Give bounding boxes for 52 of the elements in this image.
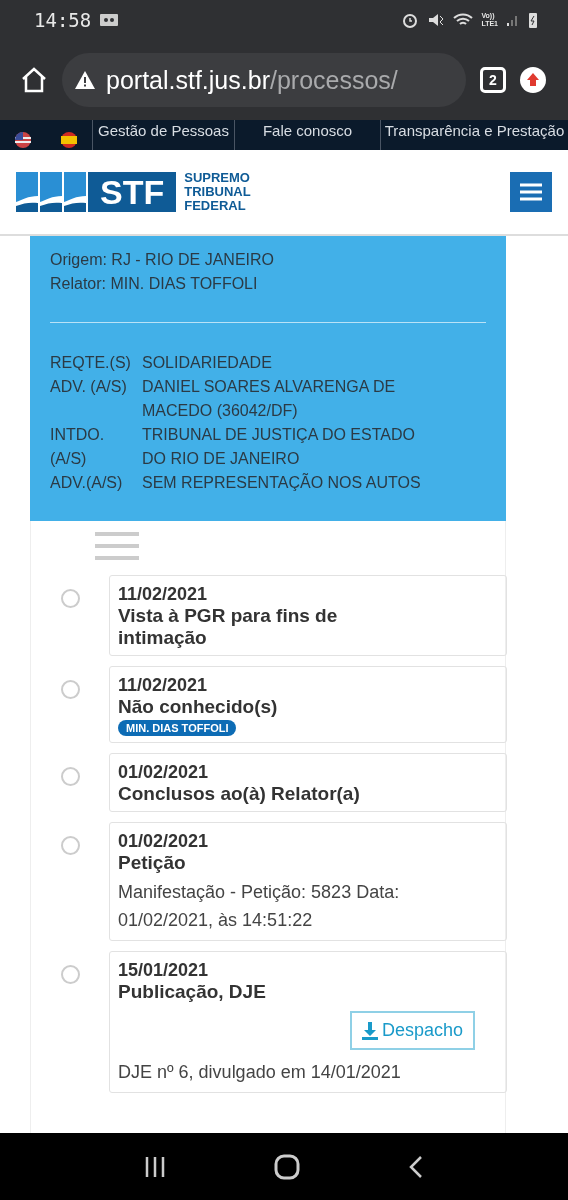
- entry-date: 01/02/2021: [118, 762, 210, 783]
- download-icon: [361, 1021, 378, 1040]
- party-role: ADV.(A/S): [50, 473, 124, 493]
- case-detail: Relator: MIN. DIAS TOFFOLI: [50, 274, 259, 294]
- logo-name: SUPREMO TRIBUNAL FEDERAL: [184, 171, 251, 213]
- entry-title: Conclusos ao(à) Relator(a): [118, 783, 361, 805]
- warning-icon: [74, 70, 96, 90]
- logo-mark: STF: [88, 172, 177, 212]
- timeline-dot: [60, 767, 80, 786]
- signal-icon: [506, 13, 520, 27]
- party-name: SOLIDARIEDADE: [142, 353, 273, 373]
- voicemail-icon: [99, 13, 120, 27]
- battery-icon: [528, 11, 538, 29]
- entry-date: 11/02/2021: [118, 584, 209, 605]
- timeline-dot: [60, 965, 80, 984]
- home-icon[interactable]: [20, 66, 48, 94]
- entry-description: Manifestação - Petição: 5823 Data: 01/02/2021, às 14:51:22: [118, 881, 401, 932]
- entry-date: 01/02/2021: [118, 831, 210, 852]
- logo-icon: [16, 172, 88, 212]
- timeline-dot: [60, 589, 80, 608]
- flag-icon[interactable]: [15, 132, 31, 148]
- case-detail: Origem: RJ - RIO DE JANEIRO: [50, 250, 276, 270]
- party-role: INTDO. (A/S): [50, 425, 106, 469]
- timeline-dot: [60, 680, 80, 699]
- entry-title: Publicação, DJE: [118, 981, 267, 1003]
- entry-date: 15/01/2021: [118, 960, 210, 981]
- menu-button[interactable]: [510, 172, 552, 212]
- minister-tag: MIN. DIAS TOFFOLI: [118, 720, 237, 736]
- entry-title: Petição: [118, 852, 187, 874]
- party-name: TRIBUNAL DE JUSTIÇA DO ESTADO DO RIO DE JANEIRO: [142, 425, 416, 469]
- alarm-icon: [401, 11, 420, 29]
- drag-handle-icon[interactable]: [95, 531, 139, 561]
- menu-icon: [520, 183, 542, 201]
- address-bar[interactable]: portal.stf.jus.br/processos/: [62, 53, 466, 107]
- party-name: SEM REPRESENTAÇÃO NOS AUTOS: [142, 472, 422, 493]
- party-role: REQTE.(S): [50, 353, 132, 373]
- clock: 14:58: [34, 9, 92, 31]
- upload-icon[interactable]: [520, 67, 546, 93]
- entry-title: Não conhecido(s): [118, 696, 279, 718]
- entry-title: Vista à PGR para fins de intimação: [118, 605, 339, 649]
- mute-icon: [427, 11, 446, 29]
- party-role: ADV. (A/S): [50, 377, 128, 397]
- entry-description: DJE nº 6, divulgado em 14/01/2021: [118, 1061, 402, 1084]
- back-icon[interactable]: [408, 1154, 424, 1179]
- home-button-icon[interactable]: [274, 1153, 300, 1180]
- flag-icon[interactable]: [61, 132, 77, 148]
- timeline-dot: [60, 836, 80, 855]
- entry-date: 11/02/2021: [118, 675, 209, 696]
- tab-count[interactable]: 2: [480, 67, 506, 93]
- url-text: portal.stf.jus.br/processos/: [106, 65, 398, 95]
- recent-apps-icon[interactable]: [144, 1155, 166, 1178]
- party-name: DANIEL SOARES ALVARENGA DE MACEDO (36042/DF): [142, 377, 397, 421]
